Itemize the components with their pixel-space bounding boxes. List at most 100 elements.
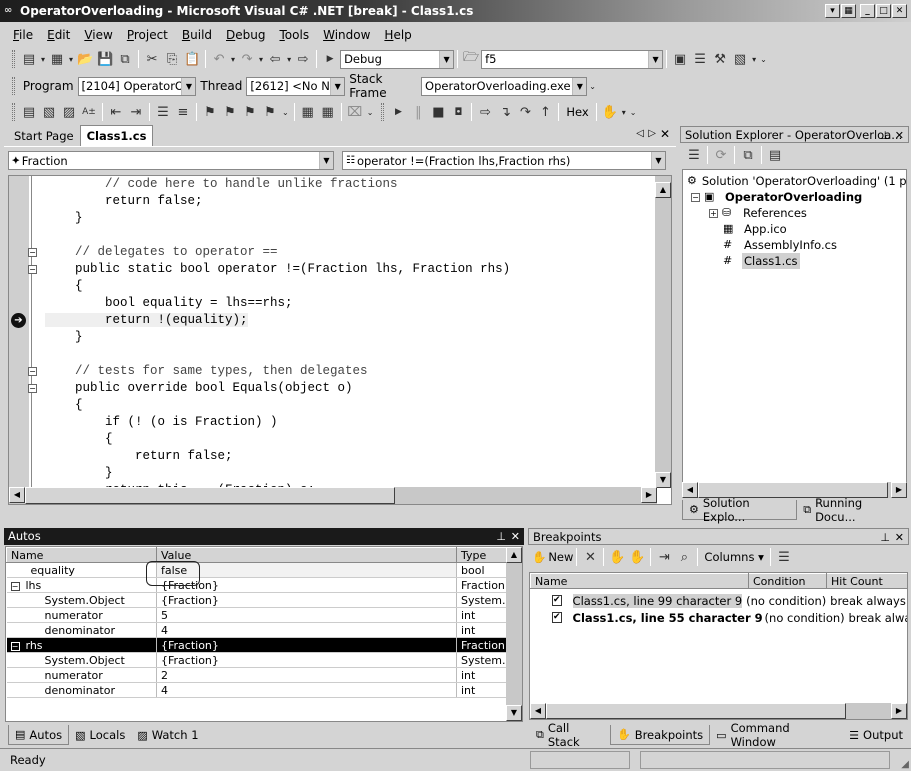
find-combo[interactable]: f5 ▼	[481, 49, 664, 69]
toolbar-grip[interactable]	[12, 50, 15, 68]
variable-value[interactable]: {Fraction}	[156, 577, 457, 593]
menu-debug[interactable]: Debug	[219, 28, 272, 42]
code-editor[interactable]: // code here to handle unlike fractions …	[8, 175, 672, 505]
collapse-icon[interactable]: −	[28, 367, 37, 376]
tab-locals[interactable]: ▧ Locals	[69, 725, 131, 745]
chevron-down-icon[interactable]: ▼	[572, 77, 587, 95]
indent-icon[interactable]: ⇥	[126, 102, 146, 122]
variable-value[interactable]: 5	[156, 607, 457, 623]
close-document-icon[interactable]: ✕	[660, 127, 670, 141]
menu-project[interactable]: Project	[120, 28, 175, 42]
code-line[interactable]: {	[9, 431, 655, 448]
save-all-icon[interactable]: ⧉	[115, 49, 135, 69]
menu-help[interactable]: Help	[377, 28, 418, 42]
find-in-files-icon[interactable]: 🗁	[461, 49, 481, 69]
close-icon[interactable]: ✕	[511, 528, 520, 545]
scroll-down-button[interactable]: ▼	[655, 472, 671, 488]
complete-word-icon[interactable]: A±	[79, 102, 99, 122]
column-header-type[interactable]: Type	[456, 547, 509, 563]
paste-icon[interactable]: 📋	[182, 49, 202, 69]
step-out-icon[interactable]: ↑	[535, 102, 555, 122]
code-line[interactable]: // code here to handle unlike fractions	[9, 176, 655, 193]
next-bookmark-icon[interactable]: ⚑	[220, 102, 240, 122]
column-header-condition[interactable]: Condition	[748, 573, 827, 589]
chevron-down-icon[interactable]: ▼	[651, 152, 665, 169]
copy-icon[interactable]: ⎘	[162, 49, 182, 69]
columns-button[interactable]: Columns ▾	[701, 550, 766, 564]
type-combo[interactable]: ⯌ Fraction ▼	[8, 151, 334, 170]
code-line[interactable]: ➔ return !(equality);	[9, 312, 655, 329]
toolbar-grip[interactable]	[381, 103, 385, 121]
breakpoint-properties-icon[interactable]: ☰	[774, 547, 794, 567]
navigate-back-dropdown[interactable]: ▾	[287, 55, 291, 64]
code-line[interactable]: {	[9, 278, 655, 295]
tree-item[interactable]: ▦ App.ico	[683, 221, 906, 237]
tree-item[interactable]: # Class1.cs	[683, 253, 906, 269]
code-line[interactable]: return false;	[9, 193, 655, 210]
go-to-disassembly-icon[interactable]: ⌕	[674, 547, 694, 567]
tab-call-stack[interactable]: ⧉ Call Stack	[530, 721, 610, 749]
collapse-icon[interactable]: −	[10, 581, 20, 591]
toolbox-icon[interactable]: ⚒	[710, 49, 730, 69]
close-icon[interactable]: ✕	[895, 127, 904, 144]
variable-value[interactable]: {Fraction}	[156, 652, 457, 668]
breakpoint-row[interactable]: ✔ Class1.cs, line 99 character 9 (no condi…	[530, 592, 907, 609]
tree-item[interactable]: − ▣ OperatorOverloading	[683, 189, 906, 205]
code-line[interactable]	[9, 346, 655, 363]
mdi-restore-button[interactable]: ▦	[841, 4, 856, 18]
code-line[interactable]: − // tests for same types, then delegate…	[9, 363, 655, 380]
menu-edit[interactable]: Edit	[40, 28, 77, 42]
mdi-menu-button[interactable]: ▾	[825, 4, 840, 18]
collapse-icon[interactable]: −	[28, 265, 37, 274]
autos-header[interactable]: Autos ⊥ ✕	[4, 528, 524, 545]
variable-value[interactable]: {Fraction}	[156, 592, 457, 608]
scroll-up-button[interactable]: ▲	[655, 182, 671, 198]
variable-value[interactable]: false	[156, 562, 457, 578]
close-icon[interactable]: ✕	[895, 529, 904, 546]
collapse-icon[interactable]: −	[28, 248, 37, 257]
tab-breakpoints[interactable]: ✋ Breakpoints	[609, 725, 711, 745]
continue-icon[interactable]: ▶	[388, 102, 408, 122]
break-all-icon[interactable]: ‖	[408, 102, 428, 122]
breakpoint-row[interactable]: ✔ Class1.cs, line 55 character 9 (no condi…	[530, 609, 907, 626]
variable-value[interactable]: 2	[156, 667, 457, 683]
table-row[interactable]: equality false bool	[6, 562, 509, 578]
parameter-info-icon[interactable]: ▧	[39, 102, 59, 122]
code-line[interactable]: bool equality = lhs==rhs;	[9, 295, 655, 312]
pin-icon[interactable]: ⊥	[880, 127, 890, 144]
chevron-down-icon[interactable]: ▼	[330, 77, 345, 95]
stack-frame-combo[interactable]: OperatorOverloading.exe!Fracti ▼	[421, 76, 588, 96]
editor-horizontal-scrollbar[interactable]: ◀ ▶	[9, 487, 657, 504]
restart-icon[interactable]: ◘	[448, 102, 468, 122]
new-project-icon[interactable]: ▤	[19, 49, 39, 69]
navigate-forward-icon[interactable]: ⇨	[293, 49, 313, 69]
toolbar-options[interactable]: ⌄	[760, 55, 767, 64]
show-all-files-icon[interactable]: ⧉	[738, 145, 758, 165]
pin-icon[interactable]: ⊥	[880, 529, 890, 546]
tab-solution-explo[interactable]: ⚙ Solution Explo...	[682, 496, 798, 524]
add-item-dropdown[interactable]: ▾	[69, 55, 73, 64]
start-icon[interactable]: ▶	[320, 49, 340, 69]
redo-dropdown[interactable]: ▾	[259, 55, 263, 64]
expand-icon[interactable]: +	[709, 208, 718, 218]
menu-tools[interactable]: Tools	[273, 28, 317, 42]
column-header-value[interactable]: Value	[156, 547, 457, 563]
close-button[interactable]: ✕	[892, 4, 907, 18]
collapse-icon[interactable]: −	[28, 384, 37, 393]
scroll-left-button[interactable]: ◀	[682, 482, 698, 498]
clear-all-breakpoints-icon[interactable]: ✋	[607, 547, 627, 567]
solution-tree[interactable]: ⚙Solution 'OperatorOverloading' (1 proje…	[682, 169, 907, 484]
scroll-tabs-right-icon[interactable]: ▷	[648, 128, 656, 139]
bookmarks-dropdown[interactable]: ⌄	[282, 108, 289, 117]
variable-value[interactable]: 4	[156, 682, 457, 698]
toolbar-options[interactable]: ⌄	[589, 82, 596, 91]
delete-icon[interactable]: ✕	[580, 547, 600, 567]
code-line[interactable]: }	[9, 465, 655, 482]
toolbar-grip[interactable]	[12, 103, 15, 121]
scroll-left-button[interactable]: ◀	[530, 703, 546, 719]
new-breakpoint-button[interactable]: ✋ New	[532, 550, 573, 564]
resize-grip-icon[interactable]: ◢	[901, 759, 909, 770]
cut-icon[interactable]: ✂	[142, 49, 162, 69]
code-line[interactable]: − public static bool operator !=(Fractio…	[9, 261, 655, 278]
editor-vertical-scrollbar[interactable]: ▲ ▼	[655, 176, 671, 488]
